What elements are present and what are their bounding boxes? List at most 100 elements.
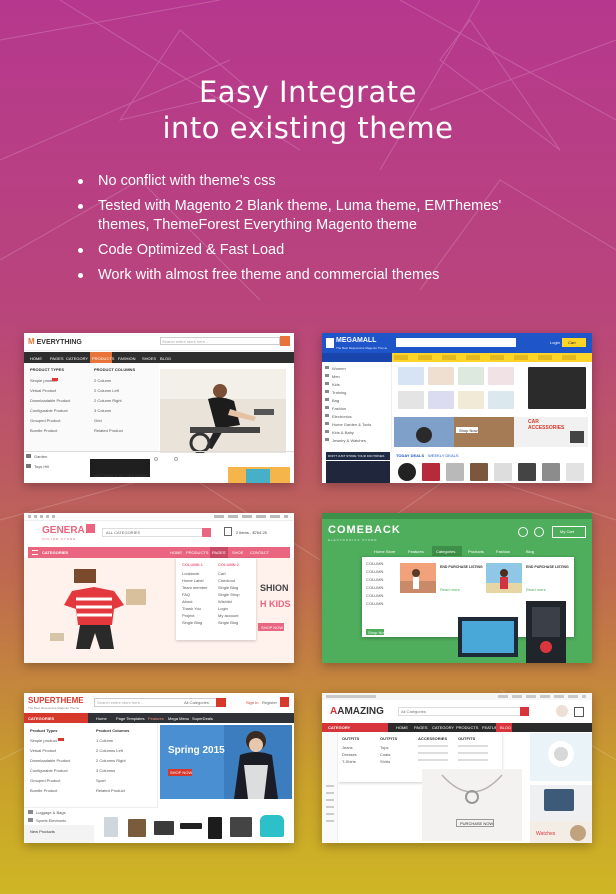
tab-weekly-deals[interactable]: WEEKLY DEALS xyxy=(428,453,459,458)
menu-item[interactable]: 2 Column Left xyxy=(94,388,119,393)
mega-menu-item[interactable]: COLUMN xyxy=(366,601,383,606)
search-icon[interactable] xyxy=(216,698,226,707)
dropdown-item[interactable]: Lookbook xyxy=(182,571,199,576)
cart-icon[interactable] xyxy=(574,707,584,717)
cart-icon[interactable] xyxy=(280,336,290,346)
menu-item[interactable]: Home Garden & Tools xyxy=(332,422,371,427)
dropdown-item[interactable]: Login xyxy=(218,606,228,611)
menu-item[interactable]: Kids & Baby xyxy=(332,430,354,435)
menu-item[interactable]: Configurable Product xyxy=(30,768,68,773)
read-more-link[interactable]: Read more xyxy=(440,587,460,592)
purchase-now-button[interactable]: PURCHASE NOW xyxy=(460,821,493,826)
menu-item[interactable]: T-Shirts xyxy=(342,759,356,764)
menu-item[interactable]: Bag xyxy=(332,398,339,403)
menu-item[interactable]: Downloadable Product xyxy=(30,398,70,403)
category-select[interactable]: All Categories xyxy=(184,700,209,705)
dropdown-item[interactable]: Cart xyxy=(218,571,226,576)
dropdown-item[interactable]: Home Label xyxy=(182,578,204,583)
menu-item[interactable]: Men xyxy=(332,374,340,379)
dropdown-item[interactable]: FAQ xyxy=(182,592,190,597)
nav-item-active[interactable]: PAGES xyxy=(212,550,226,555)
shop-now-button[interactable]: SHOP NOW xyxy=(170,770,192,775)
menu-item[interactable]: Grouped Product xyxy=(30,778,60,783)
dropdown-item[interactable]: Single Shop xyxy=(218,592,240,597)
nav-item[interactable]: CATEGORY xyxy=(66,356,88,361)
menu-item[interactable]: Shirts xyxy=(380,759,390,764)
dropdown-item[interactable]: Thank You xyxy=(182,606,201,611)
side-item[interactable]: Garden xyxy=(34,454,47,459)
nav-item[interactable]: FASHION xyxy=(118,356,136,361)
menu-item[interactable]: Jewelry & Watches xyxy=(332,438,366,443)
nav-item[interactable]: PAGES xyxy=(414,725,428,730)
menu-item[interactable]: 3 Columns xyxy=(96,768,115,773)
nav-item[interactable]: SHOE xyxy=(232,550,243,555)
nav-item[interactable]: Page Templates xyxy=(116,716,145,721)
search-icon[interactable] xyxy=(520,707,529,716)
menu-item[interactable]: Grid xyxy=(94,418,102,423)
categories-button[interactable]: CATEGORIES xyxy=(28,716,54,721)
tab-today-deals[interactable]: TODAY DEALS xyxy=(396,453,424,458)
shop-now-button[interactable]: Shop Now xyxy=(368,630,386,635)
dropdown-item[interactable]: My account xyxy=(218,613,238,618)
menu-item[interactable]: 1 Column xyxy=(96,738,113,743)
menu-item[interactable]: Sport xyxy=(96,778,106,783)
menu-item[interactable]: Related Product xyxy=(94,428,123,433)
nav-item[interactable]: Blog xyxy=(526,549,534,554)
comeback-theme-screenshot[interactable]: COMEBACK ELECTRONICS STORE My Cart Home … xyxy=(322,513,592,663)
nav-item[interactable]: Products xyxy=(468,549,484,554)
search-icon[interactable] xyxy=(518,527,528,537)
menu-icon[interactable] xyxy=(32,550,38,555)
categories-button[interactable]: CATEGORIES xyxy=(42,550,68,555)
nav-item[interactable]: HOME xyxy=(396,725,408,730)
search-icon[interactable] xyxy=(202,528,211,537)
menu-item[interactable]: 2 Column xyxy=(94,378,111,383)
menu-item[interactable]: Dresses xyxy=(342,752,357,757)
genera-theme-screenshot[interactable]: GENERA ONLINE STORE ALL CATEGORIES 2 ite… xyxy=(24,513,294,663)
register-link[interactable]: Register xyxy=(262,700,277,705)
nav-item[interactable]: BLOG xyxy=(160,356,171,361)
shop-now-button[interactable]: Shop Now xyxy=(459,428,477,433)
menu-item[interactable]: 3 Column xyxy=(94,408,111,413)
supertheme-theme-screenshot[interactable]: SUPERTHEME The Best Responsive Magento T… xyxy=(24,693,294,843)
dropdown-item[interactable]: Single Blog xyxy=(218,620,238,625)
menu-item[interactable]: Virtual Product xyxy=(30,388,56,393)
megamall-theme-screenshot[interactable]: MEGAMALL The Best Responsive Magento The… xyxy=(322,333,592,483)
cart-button[interactable]: Cart xyxy=(568,340,576,345)
amazing-theme-screenshot[interactable]: AAMAZING All Categories CATEGORY HOME PA… xyxy=(322,693,592,843)
nav-item[interactable]: Home xyxy=(96,716,107,721)
nav-item[interactable]: Features xyxy=(408,549,424,554)
slider-dot-icon[interactable] xyxy=(174,457,178,461)
genera-cart-summary[interactable]: 2 items - $764.25 xyxy=(236,530,267,535)
dropdown-item[interactable]: Single Blog xyxy=(182,620,202,625)
nav-item[interactable]: PAGES xyxy=(50,356,64,361)
user-icon[interactable] xyxy=(534,527,544,537)
nav-item[interactable]: SuperDeals xyxy=(192,716,213,721)
nav-item[interactable]: PRODUCTS xyxy=(186,550,208,555)
mega-menu-item[interactable]: COLUMN xyxy=(366,585,383,590)
side-item[interactable]: Luggage & Bags xyxy=(36,810,66,815)
menu-item[interactable]: 2 Columns Left xyxy=(96,748,123,753)
dropdown-item[interactable]: Team member xyxy=(182,585,208,590)
login-link[interactable]: Login xyxy=(550,340,560,345)
shop-now-button[interactable]: SHOP NOW xyxy=(261,625,283,630)
my-cart-button[interactable]: My Cart xyxy=(560,529,574,534)
menu-item[interactable]: Tops xyxy=(380,745,388,750)
menu-item[interactable]: Configurable Product xyxy=(30,408,68,413)
menu-item[interactable]: Women xyxy=(332,366,346,371)
cart-icon[interactable] xyxy=(280,697,289,707)
nav-item[interactable]: HOME xyxy=(170,550,182,555)
menu-item[interactable]: 2 Columns Right xyxy=(96,758,126,763)
mega-menu-item[interactable]: COLUMN xyxy=(366,577,383,582)
mega-menu-item[interactable]: COLUMN xyxy=(366,569,383,574)
menu-item[interactable]: Electronics xyxy=(332,414,352,419)
menu-item[interactable]: Jeans xyxy=(342,745,353,750)
side-item[interactable]: Toys Hill xyxy=(34,464,49,469)
nav-item-active[interactable]: Features xyxy=(148,716,164,721)
sign-in-link[interactable]: Sign In xyxy=(246,700,258,705)
side-item[interactable]: Sports Electronic xyxy=(36,818,66,823)
dropdown-item[interactable]: Wishlist xyxy=(218,599,232,604)
category-button[interactable]: CATEGORY xyxy=(328,725,350,730)
nav-item[interactable]: CONTACT xyxy=(250,550,269,555)
menu-item[interactable]: Grouped Product xyxy=(30,418,60,423)
menu-item[interactable]: Downloadable Product xyxy=(30,758,70,763)
